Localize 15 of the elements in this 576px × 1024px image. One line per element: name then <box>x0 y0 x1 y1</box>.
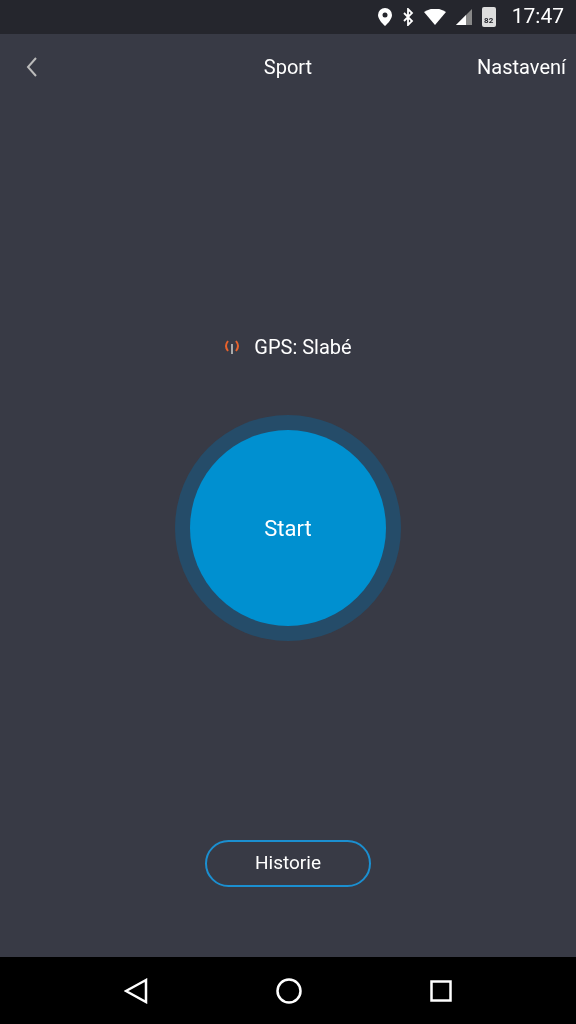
battery-icon: 82 <box>481 7 496 27</box>
wifi-icon <box>423 9 446 25</box>
page-title: Sport <box>263 54 313 81</box>
home-nav-icon[interactable] <box>276 977 302 1004</box>
clock-time: 17:47 <box>511 3 564 31</box>
settings-link[interactable]: Nastavení <box>477 52 566 82</box>
back-nav-icon[interactable] <box>124 977 148 1004</box>
history-button[interactable]: Historie <box>205 840 371 887</box>
signal-icon <box>455 9 472 25</box>
back-icon <box>26 57 38 77</box>
recents-nav-icon[interactable] <box>430 979 452 1002</box>
bluetooth-icon <box>401 8 414 26</box>
gps-status: GPS: Slabé <box>254 334 352 361</box>
start-button[interactable]: Start <box>190 430 386 626</box>
location-icon <box>377 8 392 26</box>
